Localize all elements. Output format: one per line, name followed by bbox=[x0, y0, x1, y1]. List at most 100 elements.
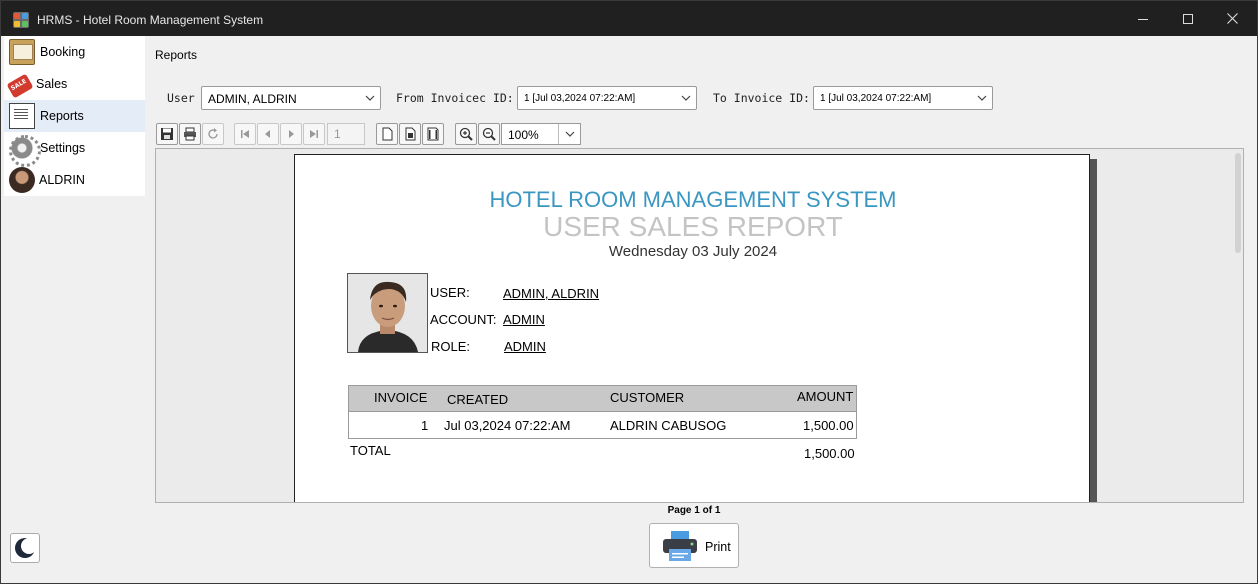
close-icon bbox=[1226, 13, 1238, 24]
zoom-value: 100% bbox=[508, 128, 539, 142]
app-logo-icon bbox=[13, 12, 29, 28]
chevron-down-icon bbox=[681, 95, 691, 101]
gear-icon bbox=[9, 135, 41, 167]
column-header-created: CREATED bbox=[447, 392, 509, 407]
account-value: ADMIN bbox=[503, 312, 545, 327]
theme-toggle-button[interactable] bbox=[10, 533, 40, 563]
title-bar: HRMS - Hotel Room Management System bbox=[1, 1, 1257, 36]
first-page-icon bbox=[241, 130, 249, 138]
cell-created: Jul 03,2024 07:22:AM bbox=[444, 418, 571, 433]
sidebar-item-user[interactable]: ALDRIN bbox=[4, 164, 145, 196]
chevron-down-icon bbox=[977, 95, 987, 101]
sidebar-item-label: Booking bbox=[40, 45, 86, 59]
column-header-amount: AMOUNT bbox=[797, 389, 854, 404]
zoom-dropdown-arrow[interactable] bbox=[558, 124, 580, 144]
sidebar-item-booking[interactable]: Booking bbox=[4, 36, 145, 68]
next-page-icon bbox=[289, 130, 294, 138]
user-select[interactable]: ADMIN, ALDRIN bbox=[201, 86, 381, 110]
page-number-input[interactable]: 1 bbox=[327, 123, 365, 145]
zoom-out-button[interactable] bbox=[478, 123, 500, 145]
report-hotel-name: HOTEL ROOM MANAGEMENT SYSTEM bbox=[489, 187, 897, 212]
next-page-button[interactable] bbox=[280, 123, 302, 145]
user-photo-image bbox=[348, 274, 427, 352]
table-row: 1 Jul 03,2024 07:22:AM ALDRIN CABUSOG 1,… bbox=[348, 412, 857, 439]
fit-width-icon bbox=[427, 127, 439, 141]
zoom-in-icon bbox=[459, 127, 473, 141]
user-avatar-icon bbox=[9, 167, 35, 193]
previous-page-icon bbox=[265, 130, 270, 138]
sale-tag-icon bbox=[6, 73, 34, 99]
to-invoice-value: 1 [Jul 03,2024 07:22:AM] bbox=[820, 93, 932, 104]
report-page: HOTEL ROOM MANAGEMENT SYSTEM USER SALES … bbox=[294, 154, 1090, 502]
printer-icon bbox=[184, 127, 196, 141]
cell-invoice: 1 bbox=[421, 418, 429, 433]
sidebar-item-reports[interactable]: Reports bbox=[4, 100, 145, 132]
cell-amount: 1,500.00 bbox=[803, 418, 854, 433]
from-invoice-value: 1 [Jul 03,2024 07:22:AM] bbox=[524, 93, 636, 104]
from-invoice-select[interactable]: 1 [Jul 03,2024 07:22:AM] bbox=[517, 86, 697, 110]
to-invoice-label: To Invoice ID: bbox=[713, 91, 810, 105]
user-value: ADMIN, ALDRIN bbox=[503, 286, 600, 301]
report-date: Wednesday 03 July 2024 bbox=[608, 243, 778, 260]
to-invoice-select[interactable]: 1 [Jul 03,2024 07:22:AM] bbox=[813, 86, 993, 110]
sidebar: Booking Sales Reports Settings ALDRIN bbox=[4, 36, 145, 196]
page-indicator: Page 1 of 1 bbox=[667, 505, 721, 516]
total-value: 1,500.00 bbox=[804, 446, 855, 461]
window-title: HRMS - Hotel Room Management System bbox=[37, 13, 264, 27]
scrollbar-thumb[interactable] bbox=[1235, 153, 1241, 253]
sidebar-item-label: Settings bbox=[40, 141, 86, 155]
report-icon bbox=[9, 103, 35, 129]
last-page-button[interactable] bbox=[303, 123, 325, 145]
close-button[interactable] bbox=[1210, 1, 1254, 36]
column-header-invoice: INVOICE bbox=[374, 390, 428, 405]
previous-page-button[interactable] bbox=[257, 123, 279, 145]
column-header-customer: CUSTOMER bbox=[610, 390, 685, 405]
chevron-down-icon bbox=[365, 95, 375, 101]
moon-icon bbox=[15, 538, 36, 558]
zoom-select[interactable]: 100% bbox=[501, 123, 581, 145]
sidebar-item-settings[interactable]: Settings bbox=[4, 132, 145, 167]
fit-page-icon bbox=[405, 127, 416, 141]
minimize-icon bbox=[1138, 19, 1148, 20]
save-icon bbox=[161, 128, 173, 140]
sidebar-item-label: Reports bbox=[40, 109, 84, 123]
role-value: ADMIN bbox=[504, 339, 546, 354]
refresh-report-button[interactable] bbox=[202, 123, 224, 145]
maximize-icon bbox=[1183, 13, 1193, 24]
table-header: INVOICE CREATED CUSTOMER AMOUNT bbox=[348, 385, 857, 412]
role-label: ROLE: bbox=[431, 339, 471, 354]
report-viewer[interactable]: HOTEL ROOM MANAGEMENT SYSTEM USER SALES … bbox=[155, 148, 1244, 503]
print-button[interactable]: Print bbox=[649, 523, 739, 568]
page-title: Reports bbox=[155, 48, 198, 62]
book-icon bbox=[9, 39, 35, 65]
report-title: USER SALES REPORT bbox=[543, 211, 843, 242]
viewer-scrollbar[interactable] bbox=[1234, 149, 1243, 502]
cell-customer: ALDRIN CABUSOG bbox=[610, 418, 727, 433]
refresh-icon bbox=[208, 128, 218, 139]
user-select-value: ADMIN, ALDRIN bbox=[208, 92, 297, 106]
first-page-button[interactable] bbox=[234, 123, 256, 145]
user-label: USER: bbox=[430, 285, 470, 300]
page-icon bbox=[382, 127, 393, 141]
fit-page-button[interactable] bbox=[399, 123, 421, 145]
sidebar-item-sales[interactable]: Sale s bbox=[4, 68, 145, 100]
user-filter-label: User bbox=[167, 91, 195, 105]
total-label: TOTAL bbox=[350, 443, 391, 458]
printer-icon bbox=[663, 531, 697, 561]
print-report-button[interactable] bbox=[179, 123, 201, 145]
sidebar-item-label: Sales bbox=[36, 77, 68, 91]
sidebar-item-label: ALDRIN bbox=[39, 173, 85, 187]
zoom-out-icon bbox=[482, 127, 496, 141]
minimize-button[interactable] bbox=[1121, 1, 1165, 36]
from-invoice-label: From Invoicec ID: bbox=[396, 91, 514, 105]
maximize-button[interactable] bbox=[1166, 1, 1210, 36]
print-button-label: Print bbox=[705, 540, 731, 554]
fit-width-button[interactable] bbox=[422, 123, 444, 145]
actual-size-button[interactable] bbox=[376, 123, 398, 145]
app-window: HRMS - Hotel Room Management System Book… bbox=[0, 0, 1258, 584]
user-photo bbox=[347, 273, 428, 353]
zoom-in-button[interactable] bbox=[455, 123, 477, 145]
last-page-icon bbox=[310, 130, 318, 138]
save-report-button[interactable] bbox=[156, 123, 178, 145]
account-label: ACCOUNT: bbox=[430, 312, 497, 327]
